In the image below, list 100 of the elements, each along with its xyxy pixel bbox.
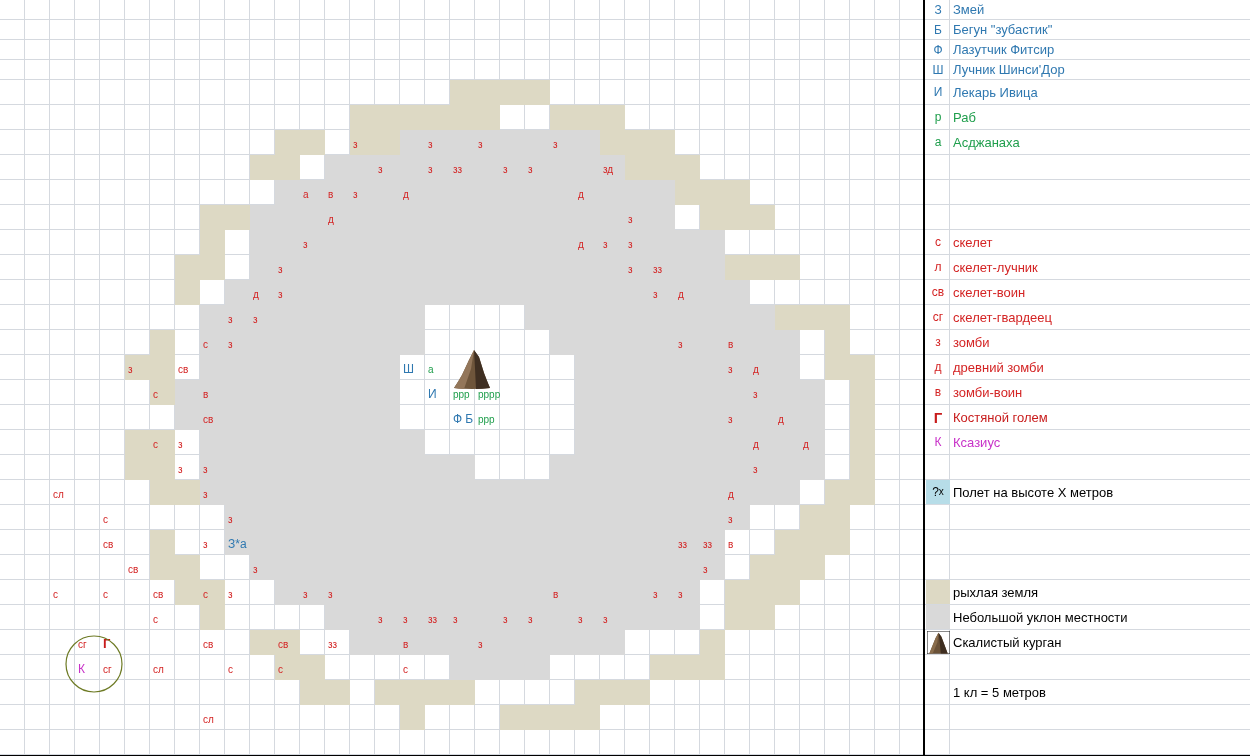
highlight-circle — [65, 635, 123, 693]
legend-key: л — [934, 261, 942, 273]
unit-marker: з — [678, 340, 683, 350]
unit-marker: св — [103, 540, 114, 550]
unit-marker: ррр — [453, 390, 470, 400]
unit-marker: д — [803, 440, 809, 450]
unit-marker: в — [328, 190, 334, 200]
unit-marker: д — [753, 365, 759, 375]
unit-marker: з — [553, 140, 558, 150]
legend-label: скелет-гвардеец — [953, 310, 1052, 324]
unit-marker: з — [278, 265, 283, 275]
unit-marker: св — [203, 640, 214, 650]
legend-key: Ш — [932, 63, 944, 76]
legend-key: Ф — [933, 43, 943, 56]
legend-label: Лазутчик Фитсир — [953, 43, 1055, 56]
unit-marker: з — [678, 590, 683, 600]
unit-marker: св — [178, 365, 189, 375]
unit-marker: Г — [103, 637, 111, 650]
unit-marker: з — [728, 415, 733, 425]
unit-marker: с — [153, 615, 158, 625]
legend-key: в — [934, 386, 942, 398]
legend-label: скелет — [953, 235, 993, 249]
legend-key: р — [934, 111, 942, 123]
unit-marker: з — [328, 590, 333, 600]
unit-marker: с — [103, 515, 108, 525]
unit-marker: зз — [453, 165, 463, 175]
unit-marker: з — [128, 365, 133, 375]
unit-marker: з — [178, 440, 183, 450]
unit-marker: з — [353, 140, 358, 150]
unit-marker: д — [678, 290, 684, 300]
unit-marker: з — [728, 365, 733, 375]
unit-marker: рррр — [478, 390, 501, 400]
unit-marker: з — [503, 615, 508, 625]
unit-marker: зз — [328, 640, 338, 650]
unit-marker: з — [203, 540, 208, 550]
legend-label: Лекарь Ивица — [953, 85, 1038, 99]
legend-key: с — [935, 236, 941, 248]
unit-marker: з — [603, 240, 608, 250]
unit-marker: в — [403, 640, 409, 650]
legend-key: И — [933, 86, 943, 98]
unit-marker: св — [203, 415, 214, 425]
legend-key: К — [934, 436, 942, 448]
unit-marker: сл — [203, 715, 214, 725]
unit-marker: а — [428, 365, 434, 375]
legend-label: скелет-лучник — [953, 260, 1038, 274]
unit-marker: д — [778, 415, 784, 425]
unit-marker: с — [153, 390, 158, 400]
unit-marker: з — [603, 615, 608, 625]
unit-marker: сл — [53, 490, 64, 500]
unit-marker: з — [228, 515, 233, 525]
unit-marker: И — [428, 388, 437, 400]
legend-label: зомби-воин — [953, 385, 1023, 399]
unit-marker: с — [53, 590, 58, 600]
unit-marker: з — [203, 490, 208, 500]
unit-marker: з — [628, 265, 633, 275]
unit-marker: сг — [78, 640, 87, 650]
legend-label: Асджанаха — [953, 135, 1020, 149]
unit-marker: д — [403, 190, 409, 200]
legend-label: Змей — [953, 3, 985, 16]
unit-marker: з — [453, 615, 458, 625]
unit-marker: Б — [465, 413, 473, 425]
unit-marker: з — [228, 340, 233, 350]
unit-marker: з — [253, 315, 258, 325]
unit-marker: з — [653, 590, 658, 600]
unit-marker: з — [378, 615, 383, 625]
legend-label: рыхлая земля — [953, 585, 1039, 599]
unit-marker: з — [428, 140, 433, 150]
legend-label: Полет на высоте Х метров — [953, 485, 1114, 499]
legend-key: Г — [933, 409, 943, 425]
unit-marker: зд — [603, 165, 614, 175]
unit-marker: з — [528, 165, 533, 175]
unit-marker: с — [278, 665, 283, 675]
unit-marker: св — [128, 565, 139, 575]
legend-label: 1 кл = 5 метров — [953, 685, 1046, 699]
unit-marker: з — [203, 465, 208, 475]
unit-marker: зз — [428, 615, 438, 625]
legend-label: Бегун "зубастик" — [953, 23, 1053, 36]
unit-marker: з — [178, 465, 183, 475]
legend-key: З — [934, 3, 942, 16]
unit-marker: зз — [703, 540, 713, 550]
unit-marker: с — [403, 665, 408, 675]
unit-marker: з — [528, 615, 533, 625]
unit-marker: зз — [653, 265, 663, 275]
unit-marker: з — [428, 165, 433, 175]
unit-marker: с — [153, 440, 158, 450]
unit-marker: з — [578, 615, 583, 625]
legend-key: сг — [932, 311, 944, 323]
unit-marker: д — [328, 215, 334, 225]
unit-marker: Ф — [453, 413, 463, 425]
legend-label: скелет-воин — [953, 285, 1026, 299]
legend-label: Скалистый курган — [953, 635, 1062, 649]
legend-key: св — [931, 286, 945, 298]
unit-marker: з — [478, 640, 483, 650]
legend-label: Ксазиус — [953, 435, 1001, 449]
unit-marker: з — [653, 290, 658, 300]
unit-marker: а — [303, 190, 309, 200]
legend-key: з — [935, 336, 941, 348]
unit-marker: с — [203, 590, 208, 600]
unit-marker: в — [728, 540, 734, 550]
unit-marker: д — [578, 190, 584, 200]
